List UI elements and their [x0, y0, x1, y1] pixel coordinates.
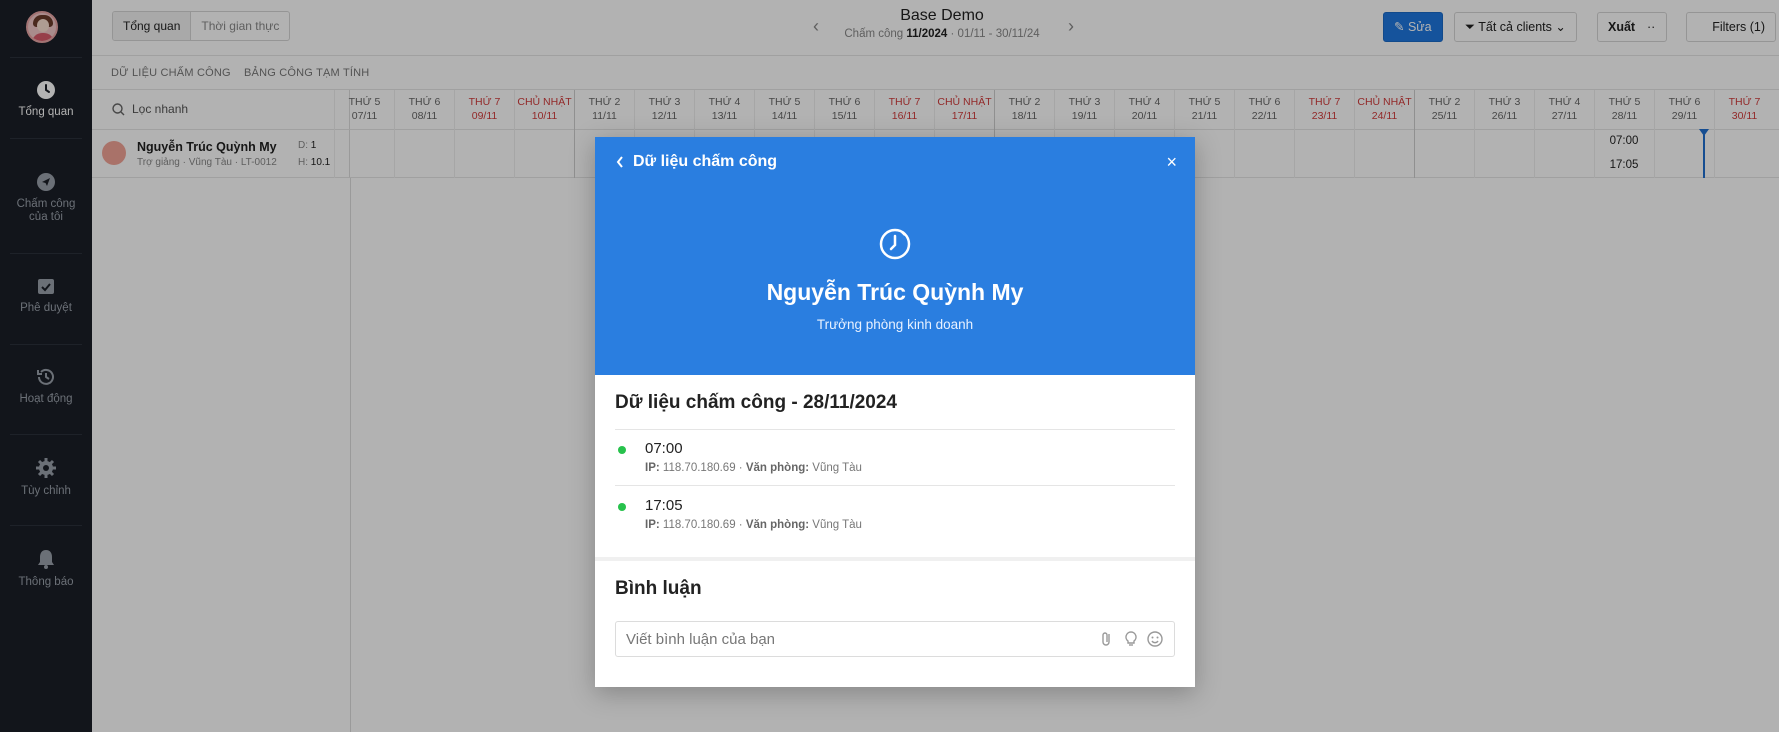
ip-label: IP:: [645, 519, 660, 531]
close-icon[interactable]: ×: [1166, 153, 1177, 171]
ip-value: 118.70.180.69: [662, 462, 736, 474]
attendance-modal: Dữ liệu chấm công × Nguyễn Trúc Quỳnh My…: [595, 137, 1195, 687]
comments-title: Bình luận: [615, 578, 702, 599]
office-value: Vũng Tàu: [812, 519, 862, 531]
attendance-section-title: Dữ liệu chấm công - 28/11/2024: [615, 392, 897, 413]
entry-time: 17:05: [645, 497, 683, 514]
entry-meta: IP: 118.70.180.69 · Văn phòng: Vũng Tàu: [645, 519, 862, 531]
stopwatch-icon: [879, 228, 911, 260]
emoji-icon[interactable]: [1146, 630, 1164, 648]
back-button[interactable]: Dữ liệu chấm công: [615, 153, 777, 171]
divider: [615, 485, 1175, 486]
chevron-left-icon: [616, 156, 623, 168]
comment-tools: [1098, 630, 1164, 648]
paperclip-icon[interactable]: [1098, 630, 1116, 648]
comment-input[interactable]: Viết bình luận của bạn: [615, 621, 1175, 657]
modal-employee-role: Trưởng phòng kinh doanh: [816, 317, 974, 332]
divider: [615, 429, 1175, 430]
office-label: Văn phòng:: [745, 519, 810, 531]
divider: [595, 557, 1195, 561]
back-label: Dữ liệu chấm công: [633, 153, 778, 170]
ip-value: 118.70.180.69: [662, 519, 736, 531]
office-value: Vũng Tàu: [812, 462, 862, 474]
status-dot: [618, 446, 626, 454]
modal-header: Dữ liệu chấm công × Nguyễn Trúc Quỳnh My…: [595, 137, 1195, 375]
ip-label: IP:: [645, 462, 660, 474]
comment-placeholder: Viết bình luận của bạn: [626, 631, 776, 648]
entry-meta: IP: 118.70.180.69 · Văn phòng: Vũng Tàu: [645, 462, 862, 474]
modal-employee-name: Nguyễn Trúc Quỳnh My: [766, 279, 1024, 305]
office-label: Văn phòng:: [745, 462, 810, 474]
status-dot: [618, 503, 626, 511]
lightbulb-icon[interactable]: [1122, 630, 1140, 648]
entry-time: 07:00: [645, 440, 683, 457]
